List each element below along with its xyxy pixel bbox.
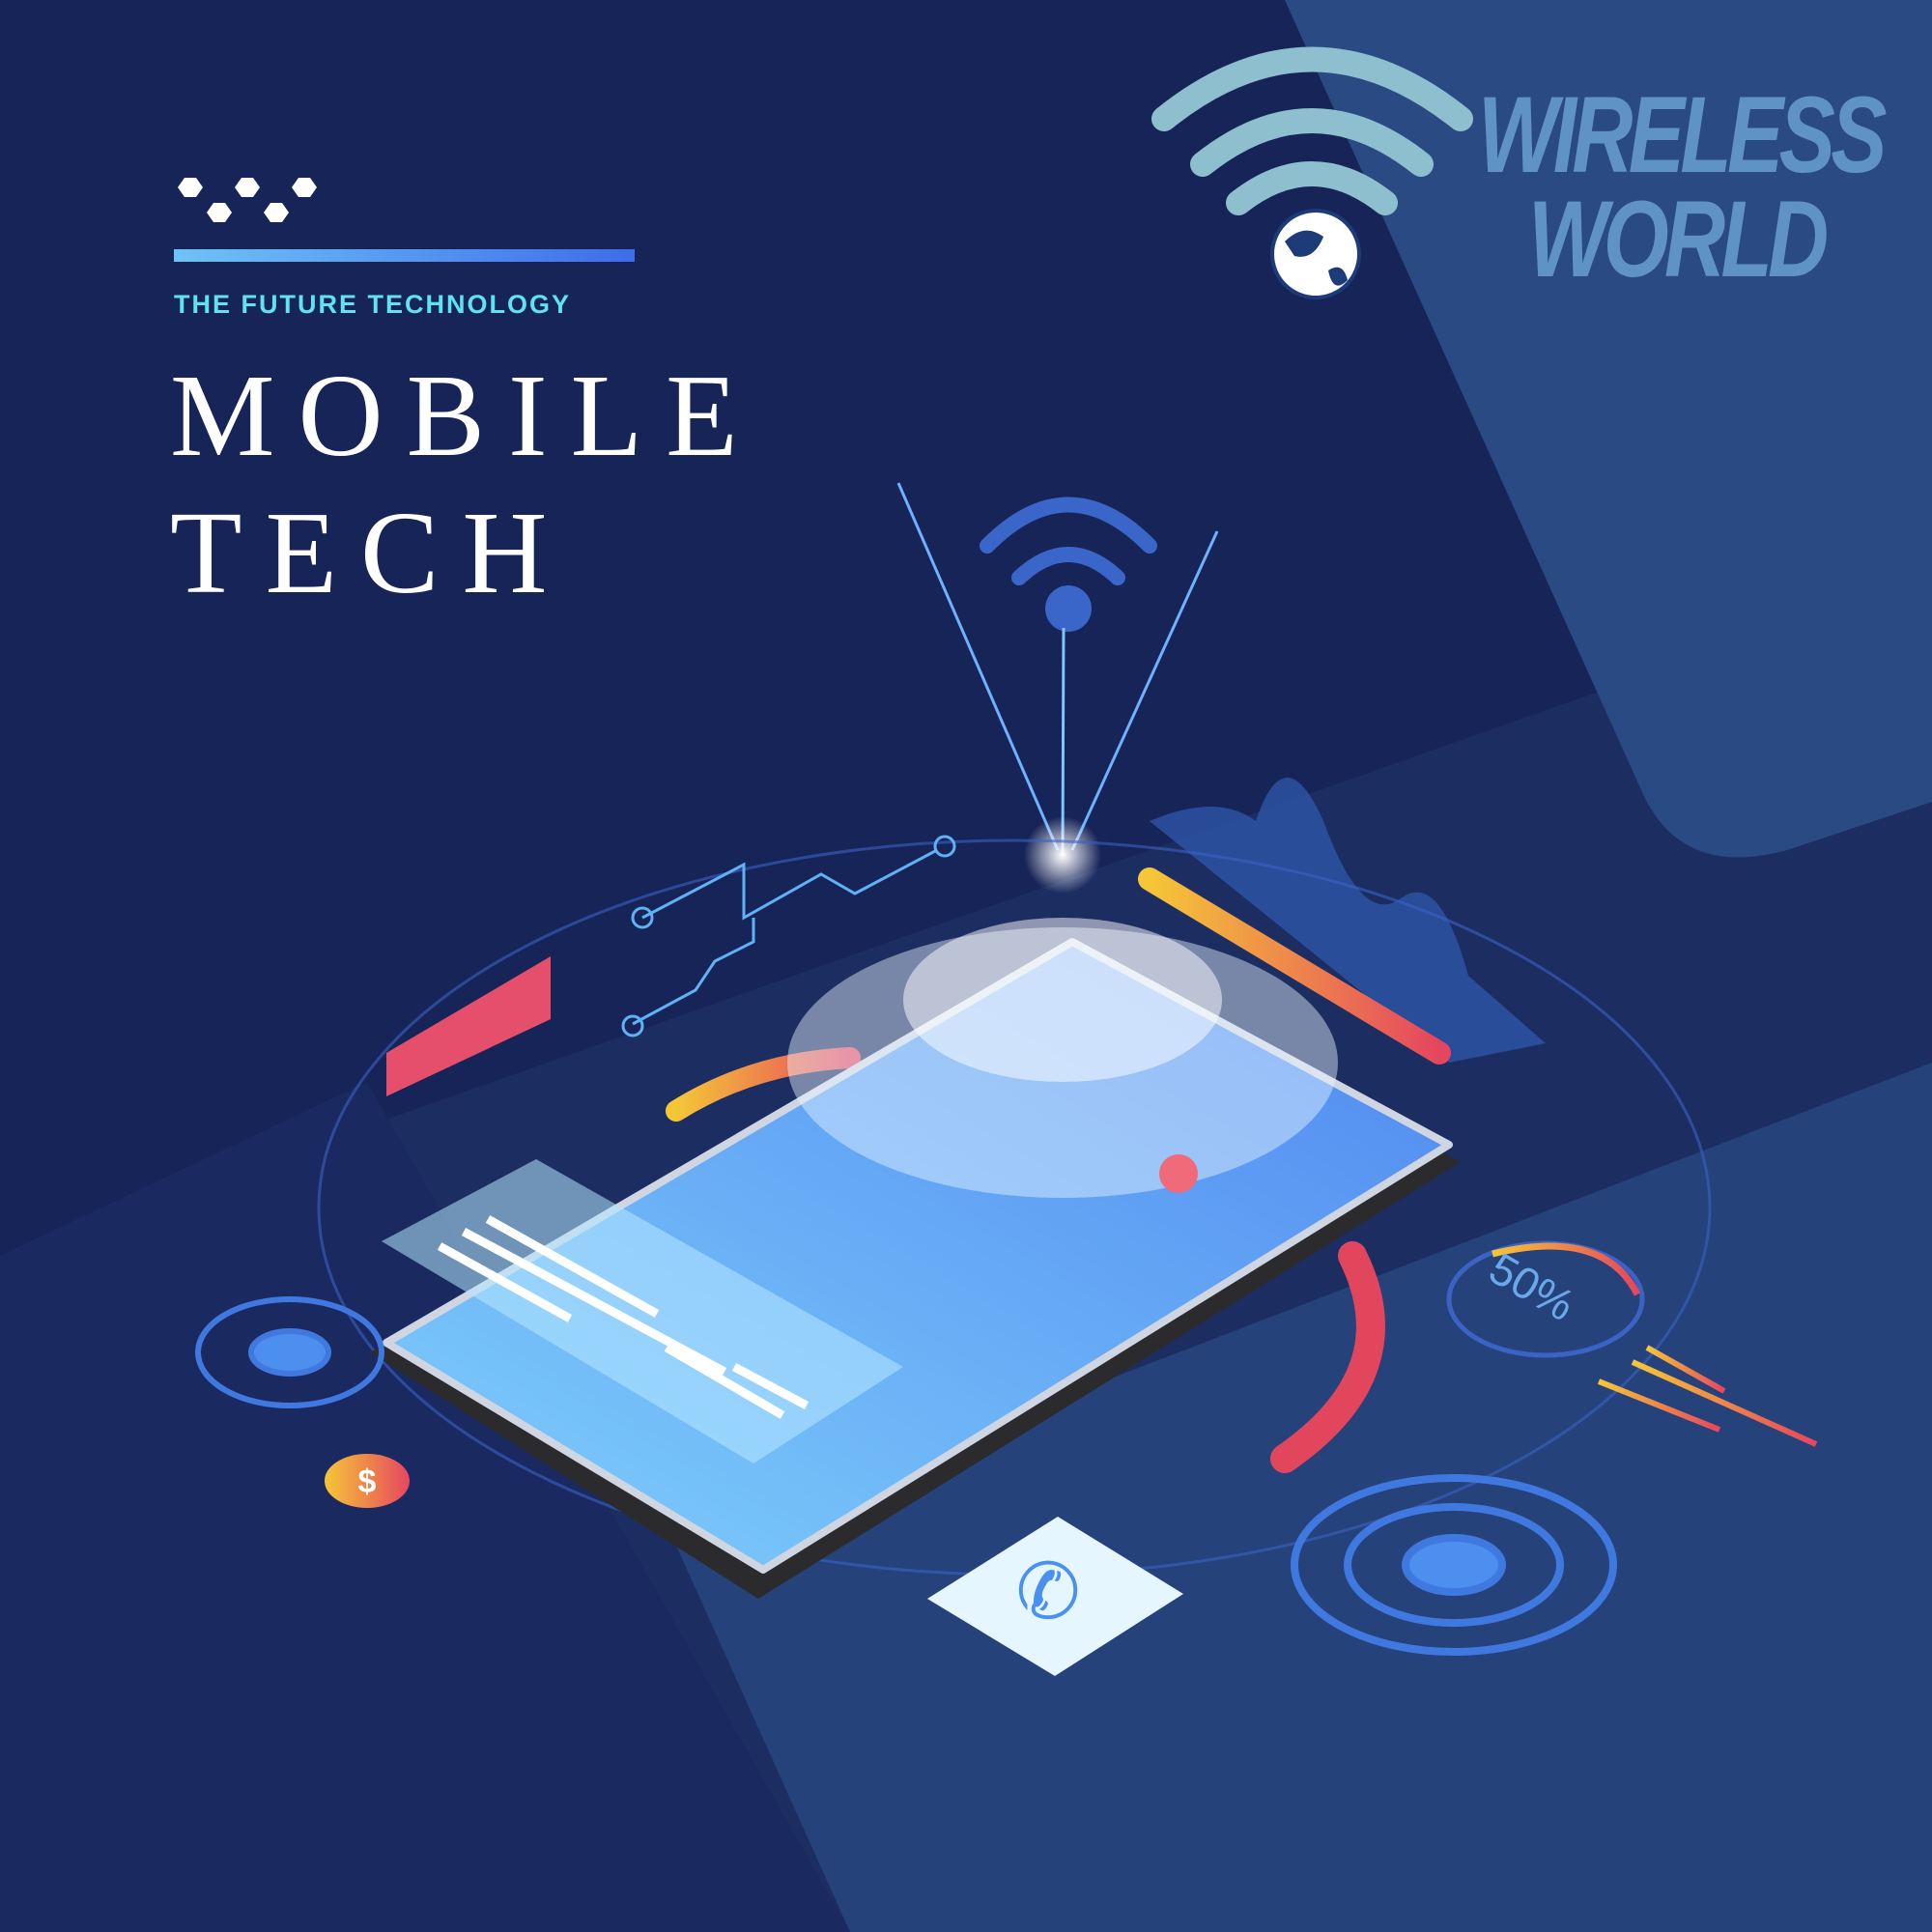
- svg-text:$: $: [358, 1463, 377, 1500]
- logo-text-line-2: WORLD: [1528, 179, 1829, 299]
- logo-text-line-1: WIRELESS: [1478, 74, 1887, 195]
- title-line-1: MOBILE: [170, 351, 761, 481]
- tagline: THE FUTURE TECHNOLOGY: [174, 290, 571, 319]
- phone-call-icon: ✆: [1015, 1548, 1080, 1634]
- divider-line: [174, 249, 635, 262]
- orb: [1159, 1154, 1198, 1193]
- title-line-2: TECH: [170, 488, 571, 618]
- globe-icon: [1270, 209, 1361, 299]
